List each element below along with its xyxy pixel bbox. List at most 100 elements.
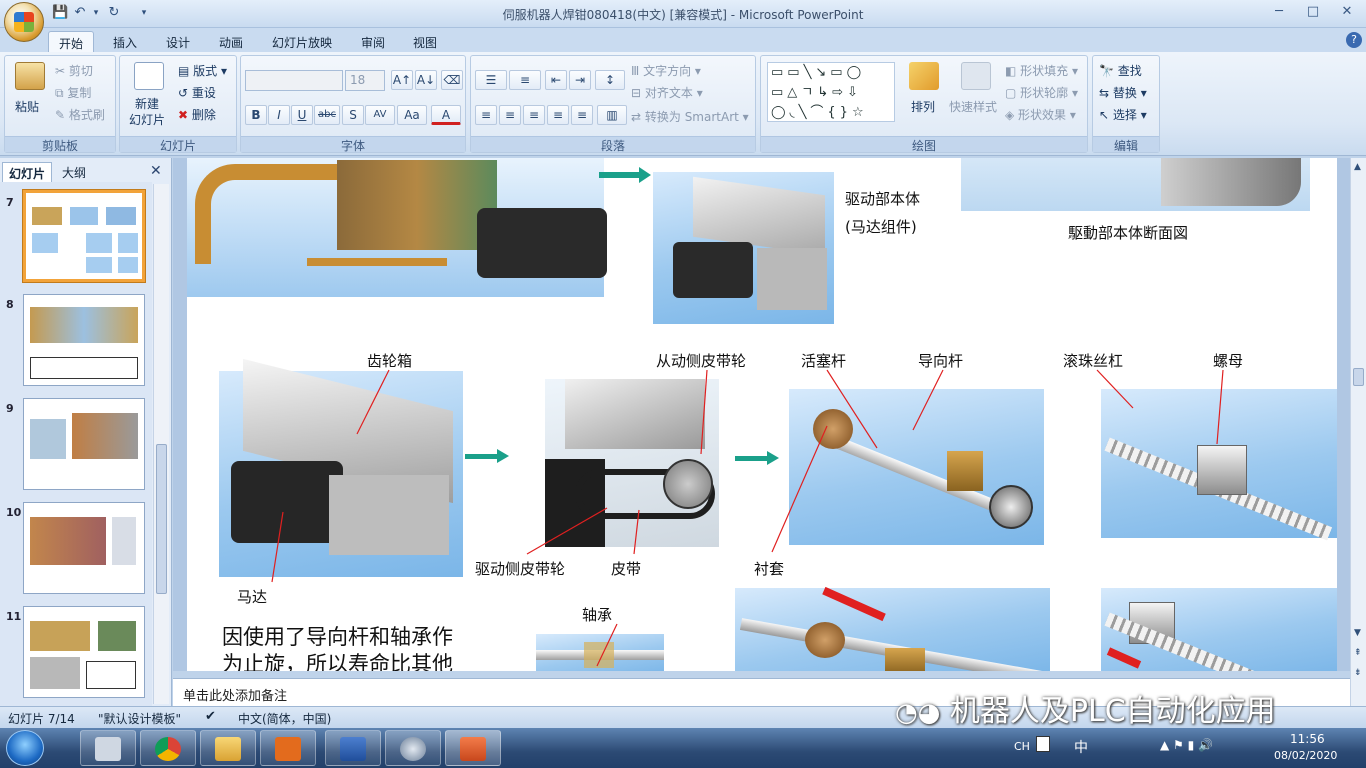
scrollbar-thumb[interactable] <box>156 444 167 594</box>
thumb-image <box>118 257 138 273</box>
language-indicator[interactable]: 中文(简体，中国) <box>238 710 331 727</box>
slide-scrollbar[interactable]: ▲ ▼ ⇞ ⇟ <box>1350 158 1366 706</box>
taskbar-chrome[interactable] <box>140 730 196 766</box>
input-language[interactable]: CH <box>1014 740 1030 753</box>
editing-group-label: 编辑 <box>1093 136 1159 153</box>
new-slide-button[interactable]: 新建 幻灯片 <box>124 96 170 128</box>
tab-review[interactable]: 审阅 <box>351 31 395 52</box>
format-painter-label: 格式刷 <box>68 108 105 122</box>
char-spacing-button[interactable]: AV <box>365 105 395 125</box>
increase-indent-icon[interactable]: ⇥ <box>569 70 591 90</box>
slide-thumbnail[interactable] <box>23 294 145 386</box>
tab-insert[interactable]: 插入 <box>103 31 147 52</box>
slide-thumbnail[interactable] <box>23 606 145 698</box>
slide-thumbnail[interactable] <box>23 190 145 282</box>
arrange-button[interactable]: 排列 <box>911 98 935 115</box>
tab-outline-panel[interactable]: 大纲 <box>56 162 92 182</box>
taskbar-settings[interactable] <box>385 730 441 766</box>
format-painter-button[interactable]: ✎ 格式刷 <box>55 106 105 123</box>
font-name-input[interactable] <box>245 70 343 91</box>
callout-gearbox <box>356 369 390 435</box>
slide-count: 幻灯片 7/14 <box>8 712 75 726</box>
layout-button[interactable]: ▤ 版式 ▾ <box>178 62 227 79</box>
cut-button[interactable]: ✂ 剪切 <box>55 62 93 79</box>
bullets-icon[interactable]: ☰ <box>475 70 507 90</box>
italic-button[interactable]: I <box>268 105 290 125</box>
paste-button[interactable]: 粘贴 <box>15 98 39 115</box>
align-right-icon[interactable]: ≡ <box>523 105 545 125</box>
scroll-down-icon[interactable]: ▼ <box>1354 628 1361 638</box>
taskbar-app[interactable] <box>260 730 316 766</box>
thumbnail-scrollbar[interactable] <box>153 184 169 704</box>
columns-icon[interactable]: ▥ <box>597 105 627 125</box>
justify-icon[interactable]: ≡ <box>547 105 569 125</box>
slide-thumbnail[interactable] <box>23 398 145 490</box>
ime-icon[interactable] <box>1036 736 1050 752</box>
grow-font-icon[interactable]: A↑ <box>391 70 413 90</box>
tab-slides-panel[interactable]: 幻灯片 <box>2 162 53 182</box>
clock-date[interactable]: 08/02/2020 <box>1274 749 1337 762</box>
slide-thumbnail[interactable] <box>23 502 145 594</box>
numbering-icon[interactable]: ≡ <box>509 70 541 90</box>
maximize-button[interactable]: □ <box>1300 4 1326 22</box>
previous-slide-icon[interactable]: ⇞ <box>1354 648 1362 658</box>
align-text-button[interactable]: ⊟ 对齐文本 ▾ <box>631 84 703 101</box>
ime-mode[interactable]: 中 <box>1074 737 1088 757</box>
shadow-button[interactable]: S <box>342 105 364 125</box>
line-spacing-icon[interactable]: ↕ <box>595 70 625 90</box>
office-button[interactable] <box>4 2 44 42</box>
slide-number: 11 <box>6 610 22 623</box>
shape-effects-button[interactable]: ◈ 形状效果 ▾ <box>1005 106 1076 123</box>
shape-fill-button[interactable]: ◧ 形状填充 ▾ <box>1005 62 1078 79</box>
clear-format-icon[interactable]: ⌫ <box>441 70 463 90</box>
strikethrough-button[interactable]: abc <box>314 105 340 125</box>
reset-button[interactable]: ↺ 重设 <box>178 84 216 101</box>
copy-button[interactable]: ⧉ 复制 <box>55 84 91 101</box>
decrease-indent-icon[interactable]: ⇤ <box>545 70 567 90</box>
underline-button[interactable]: U <box>291 105 313 125</box>
close-panel-icon[interactable]: ✕ <box>150 163 162 179</box>
shapes-gallery[interactable]: ▭▭╲↘▭◯ ▭△ㄱ↳⇨⇩ ◯◟╲⌒{}☆ <box>767 62 895 122</box>
replace-button[interactable]: ⇆ 替换 ▾ <box>1099 84 1147 101</box>
taskbar-powerpoint[interactable] <box>445 730 501 766</box>
taskbar-calculator[interactable] <box>80 730 136 766</box>
tab-slideshow[interactable]: 幻灯片放映 <box>262 31 342 52</box>
quick-styles-button[interactable]: 快速样式 <box>949 98 997 115</box>
layout-label: 版式 <box>193 64 218 78</box>
shape-outline-button[interactable]: ▢ 形状轮廓 ▾ <box>1005 84 1078 101</box>
tab-view[interactable]: 视图 <box>403 31 447 52</box>
text-direction-button[interactable]: Ⅲ 文字方向 ▾ <box>631 62 701 79</box>
font-size-input[interactable]: 18 <box>345 70 385 91</box>
close-button[interactable]: ✕ <box>1334 4 1360 22</box>
thumb-image <box>112 517 136 565</box>
shrink-font-icon[interactable]: A↓ <box>415 70 437 90</box>
tab-home[interactable]: 开始 <box>48 31 95 52</box>
taskbar-word[interactable] <box>325 730 381 766</box>
help-icon[interactable]: ? <box>1346 32 1362 48</box>
distribute-icon[interactable]: ≡ <box>571 105 593 125</box>
spellcheck-icon[interactable]: ✔ <box>205 709 216 724</box>
next-slide-icon[interactable]: ⇟ <box>1354 668 1362 678</box>
align-left-icon[interactable]: ≡ <box>475 105 497 125</box>
font-color-button[interactable]: A <box>431 105 461 125</box>
scroll-up-icon[interactable]: ▲ <box>1354 162 1361 172</box>
start-button[interactable] <box>6 730 44 766</box>
tab-animations[interactable]: 动画 <box>209 31 253 52</box>
find-button[interactable]: 🔭 查找 <box>1099 62 1142 79</box>
tray-icons[interactable]: ▲ ⚑ ▮ 🔊 <box>1160 738 1213 752</box>
tab-design[interactable]: 设计 <box>156 31 200 52</box>
minimize-button[interactable]: ─ <box>1266 4 1292 22</box>
notes-placeholder[interactable]: 单击此处添加备注 <box>183 685 287 704</box>
scrollbar-thumb[interactable] <box>1353 368 1364 386</box>
slide-canvas: 驱动部本体 (马达组件) 駆動部本体断面図 齿轮箱 马达 从动侧皮带轮 驱动侧皮… <box>187 158 1337 671</box>
delete-label: 删除 <box>191 108 216 122</box>
bold-button[interactable]: B <box>245 105 267 125</box>
taskbar-explorer[interactable] <box>200 730 256 766</box>
clock-time[interactable]: 11:56 <box>1290 732 1325 746</box>
align-center-icon[interactable]: ≡ <box>499 105 521 125</box>
delete-slide-button[interactable]: ✖ 删除 <box>178 106 216 123</box>
convert-smartart-button[interactable]: ⇄ 转换为 SmartArt ▾ <box>631 108 749 125</box>
new-slide-icon <box>134 62 164 90</box>
change-case-button[interactable]: Aa <box>397 105 427 125</box>
select-button[interactable]: ↖ 选择 ▾ <box>1099 106 1147 123</box>
